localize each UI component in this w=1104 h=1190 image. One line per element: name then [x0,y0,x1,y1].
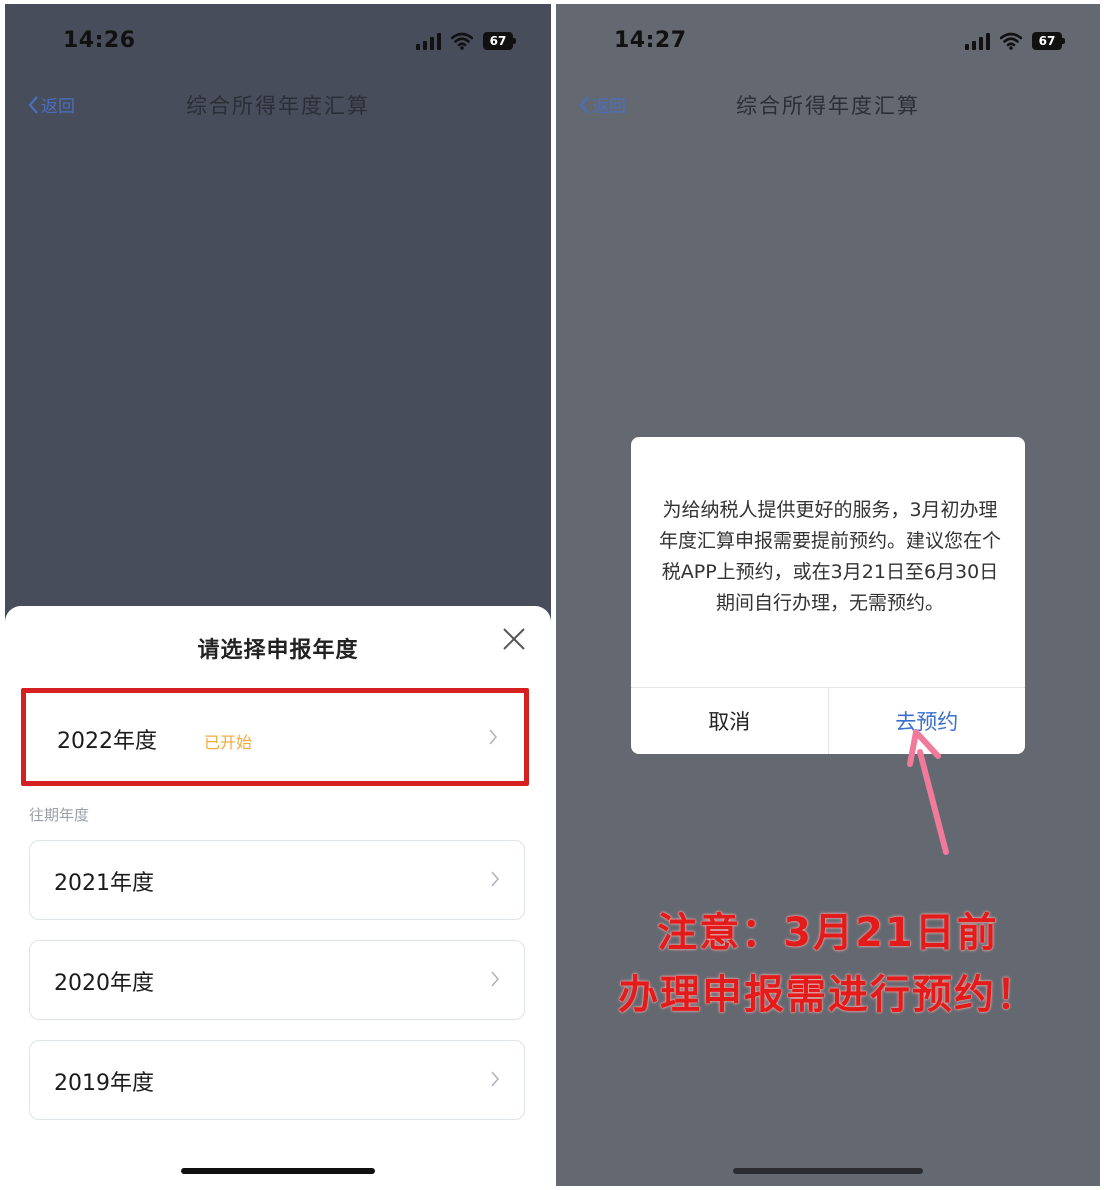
arrow-pointer-icon [907,729,949,855]
nav-title: 综合所得年度汇算 [736,94,920,118]
year-row-2020[interactable]: 2020年度 [29,940,525,1020]
notice-annotation: 注意：3月21日前 办理申报需进行预约！ [556,902,1100,1026]
signal-icon [416,32,441,50]
chevron-right-icon [491,971,500,987]
year-select-sheet: 请选择申报年度 2022年度 已开始 往期年度 2021年度 2020年度 20… [5,606,551,1186]
year-row-2022[interactable]: 2022年度 已开始 [21,688,529,786]
home-indicator [181,1168,375,1174]
wifi-icon [1000,32,1022,50]
phone-screen-right: 14:27 67 返回 综合所得年度汇算 为给纳税人提供更好的服务，3月初办理年… [556,4,1100,1186]
cancel-button[interactable]: 取消 [631,688,829,754]
nav-title: 综合所得年度汇算 [186,94,370,118]
reservation-dialog: 为给纳税人提供更好的服务，3月初办理年度汇算申报需要提前预约。建议您在个税APP… [631,437,1025,754]
chevron-right-icon [491,1071,500,1087]
status-bar: 14:26 67 [5,4,551,80]
year-label: 2021年度 [54,871,154,896]
year-row-2019[interactable]: 2019年度 [29,1040,525,1120]
status-icons: 67 [416,30,516,52]
nav-bar: 返回 综合所得年度汇算 [556,80,1100,132]
battery-icon: 67 [483,32,516,50]
phone-screen-left: 14:26 67 返回 综合所得年度汇算 请选择申报年度 2022年度 已开始 … [5,4,551,1186]
battery-icon: 67 [1032,32,1065,50]
year-label: 2019年度 [54,1071,154,1096]
nav-bar: 返回 综合所得年度汇算 [5,80,551,132]
chevron-right-icon [489,729,498,745]
year-label: 2020年度 [54,971,154,996]
year-row-2021[interactable]: 2021年度 [29,840,525,920]
signal-icon [965,32,990,50]
home-indicator [733,1168,923,1174]
past-years-label: 往期年度 [29,806,90,824]
status-badge: 已开始 [204,733,253,752]
close-icon[interactable] [501,626,527,652]
status-icons: 67 [965,30,1065,52]
status-bar: 14:27 67 [556,4,1100,80]
notice-line-2: 办理申报需进行预约！ [618,972,1038,1018]
status-time: 14:26 [63,28,136,53]
chevron-right-icon [491,871,500,887]
sheet-title: 请选择申报年度 [197,638,359,663]
status-time: 14:27 [614,28,687,53]
wifi-icon [451,32,473,50]
dialog-message: 为给纳税人提供更好的服务，3月初办理年度汇算申报需要提前预约。建议您在个税APP… [659,499,1002,614]
notice-line-1: 注意：3月21日前 [657,910,999,956]
year-label: 2022年度 [57,729,157,754]
